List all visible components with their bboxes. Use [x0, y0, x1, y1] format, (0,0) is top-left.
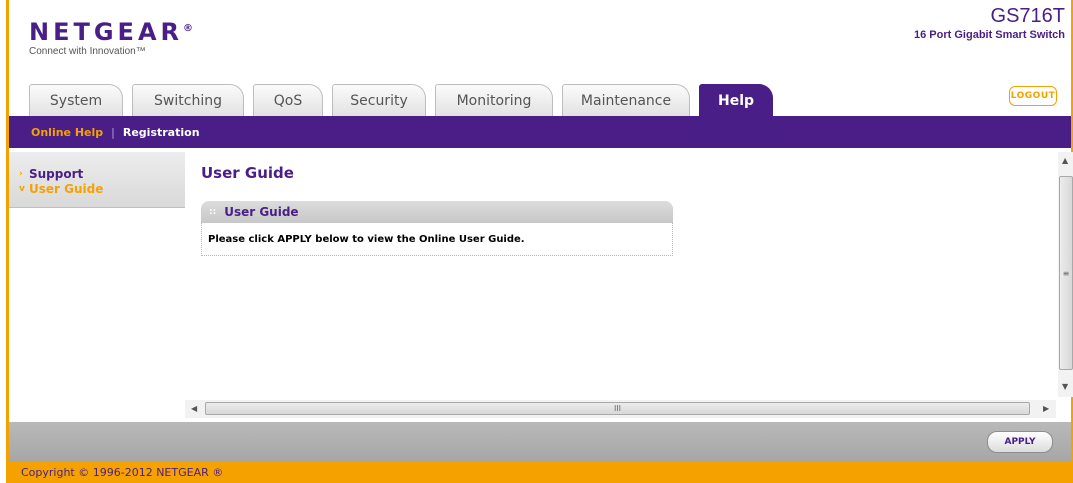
brand-tagline: Connect with Innovation™: [29, 46, 146, 57]
scroll-up-arrow-icon[interactable]: ▲: [1062, 156, 1068, 165]
tab-switching[interactable]: Switching: [132, 84, 244, 116]
device-description: 16 Port Gigabit Smart Switch: [914, 29, 1065, 41]
subnav-item-online-help[interactable]: Online Help: [31, 126, 103, 139]
vertical-scrollbar[interactable]: ▲ ≡ ▼: [1058, 152, 1073, 397]
leftnav-item-label: Support: [29, 166, 84, 181]
tab-qos[interactable]: QoS: [253, 84, 323, 116]
subnav-item-registration[interactable]: Registration: [123, 126, 200, 139]
horizontal-scrollbar[interactable]: ◀ III ▶: [185, 400, 1056, 418]
scroll-down-arrow-icon[interactable]: ▼: [1062, 382, 1068, 391]
horizontal-scroll-thumb[interactable]: III: [205, 402, 1030, 415]
chevron-down-icon: v: [19, 183, 25, 194]
tab-security[interactable]: Security: [332, 84, 426, 116]
apply-button[interactable]: APPLY: [987, 431, 1053, 453]
panel-grip-icon: ::: [209, 207, 217, 217]
leftnav-item-user-guide[interactable]: v User Guide: [19, 181, 185, 196]
leftnav-item-support[interactable]: › Support: [19, 166, 185, 181]
subnav-separator: |: [111, 125, 115, 139]
device-info: GS716T 16 Port Gigabit Smart Switch: [914, 5, 1065, 41]
panel-message: Please click APPLY below to view the Onl…: [201, 223, 673, 256]
vertical-scroll-thumb[interactable]: ≡: [1059, 176, 1073, 370]
action-bar: APPLY: [9, 422, 1071, 462]
scroll-right-arrow-icon[interactable]: ▶: [1043, 404, 1049, 413]
user-guide-panel: :: User Guide Please click APPLY below t…: [201, 201, 673, 256]
tab-maintenance[interactable]: Maintenance: [562, 84, 690, 116]
tab-help[interactable]: Help: [699, 84, 773, 116]
main-tabs: System Switching QoS Security Monitoring…: [29, 84, 782, 116]
panel-title: User Guide: [224, 205, 299, 219]
copyright-text: Copyright © 1996-2012 NETGEAR ®: [21, 466, 224, 479]
tab-system[interactable]: System: [29, 84, 123, 116]
scroll-left-arrow-icon[interactable]: ◀: [191, 404, 197, 413]
brand: NETGEAR® Connect with Innovation™: [29, 17, 193, 57]
left-navigation: › Support v User Guide: [9, 152, 185, 208]
chevron-right-icon: ›: [19, 168, 23, 179]
app-frame: NETGEAR® Connect with Innovation™ GS716T…: [6, 0, 1073, 483]
footer: Copyright © 1996-2012 NETGEAR ®: [9, 462, 1071, 483]
panel-header: :: User Guide: [201, 201, 673, 223]
tab-monitoring[interactable]: Monitoring: [435, 84, 553, 116]
page-title: User Guide: [201, 164, 294, 182]
logout-button[interactable]: LOGOUT: [1009, 86, 1057, 106]
leftnav-item-label: User Guide: [29, 181, 104, 196]
subnav: Online Help | Registration: [9, 116, 1071, 148]
device-model: GS716T: [990, 5, 1065, 27]
netgear-logo: NETGEAR®: [29, 18, 193, 46]
